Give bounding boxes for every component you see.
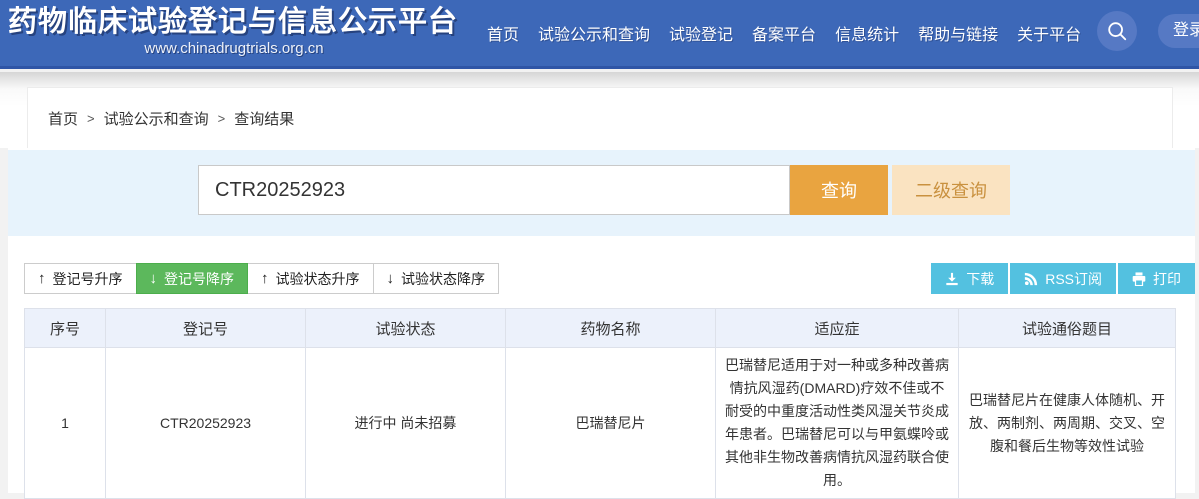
col-header-indication: 适应症 <box>715 308 959 348</box>
sort-button-group: ↑ 登记号升序 ↓ 登记号降序 ↑ 试验状态升序 ↓ 试验状态降序 <box>24 263 499 294</box>
site-title: 药物临床试验登记与信息公示平台 <box>8 6 459 38</box>
breadcrumb-trial-search[interactable]: 试验公示和查询 <box>104 108 209 129</box>
nav-item-home[interactable]: 首页 <box>487 21 519 45</box>
sort-label: 试验状态降序 <box>401 270 485 287</box>
cell-indication: 巴瑞替尼适用于对一种或多种改善病情抗风湿药(DMARD)疗效不佳或不耐受的中重度… <box>715 347 959 499</box>
nav-item-trial-search[interactable]: 试验公示和查询 <box>538 21 650 45</box>
search-input[interactable] <box>198 165 790 215</box>
table-row: 1 CTR20252923 进行中 尚未招募 巴瑞替尼片 巴瑞替尼适用于对一种或… <box>24 347 1176 499</box>
tool-label: 下载 <box>966 270 995 287</box>
col-header-drug-name: 药物名称 <box>505 308 716 348</box>
cell-seq: 1 <box>24 347 106 499</box>
breadcrumb-separator: > <box>87 110 95 126</box>
header-search-button[interactable] <box>1097 11 1137 51</box>
nav-item-filing-platform[interactable]: 备案平台 <box>752 21 816 45</box>
download-button[interactable]: 下载 <box>931 263 1009 294</box>
col-header-status: 试验状态 <box>305 308 506 348</box>
main-nav: 首页 试验公示和查询 试验登记 备案平台 信息统计 帮助与链接 关于平台 <box>487 0 1081 66</box>
download-icon <box>945 272 959 286</box>
query-button[interactable]: 查询 <box>790 165 888 215</box>
breadcrumb-current: 查询结果 <box>234 110 295 128</box>
sort-status-desc-button[interactable]: ↓ 试验状态降序 <box>372 263 499 294</box>
col-header-seq: 序号 <box>24 308 106 348</box>
table-header-row: 序号 登记号 试验状态 药物名称 适应症 试验通俗题目 <box>24 308 1176 348</box>
tool-label: RSS订阅 <box>1045 270 1102 287</box>
nav-item-statistics[interactable]: 信息统计 <box>835 21 899 45</box>
sort-label: 登记号升序 <box>52 270 123 287</box>
nav-item-about[interactable]: 关于平台 <box>1017 21 1081 45</box>
arrow-down-icon: ↓ <box>386 270 395 287</box>
nav-item-trial-registration[interactable]: 试验登记 <box>669 21 733 45</box>
cell-status: 进行中 尚未招募 <box>305 347 506 499</box>
cell-registration-no: CTR20252923 <box>105 347 306 499</box>
breadcrumb-panel: 首页 > 试验公示和查询 > 查询结果 <box>27 87 1173 148</box>
secondary-query-button[interactable]: 二级查询 <box>892 165 1010 215</box>
arrow-up-icon: ↑ <box>261 270 269 287</box>
breadcrumb-separator: > <box>217 110 226 126</box>
cell-drug-name: 巴瑞替尼片 <box>505 347 716 499</box>
sort-regno-desc-button[interactable]: ↓ 登记号降序 <box>135 263 248 294</box>
arrow-down-icon: ↓ <box>149 270 158 287</box>
rss-icon <box>1024 272 1038 286</box>
nav-item-help-links[interactable]: 帮助与链接 <box>918 21 998 45</box>
breadcrumb-home[interactable]: 首页 <box>48 108 78 129</box>
print-button[interactable]: 打印 <box>1118 263 1195 294</box>
masthead: 药物临床试验登记与信息公示平台 www.chinadrugtrials.org.… <box>8 5 460 57</box>
col-header-regno: 登记号 <box>105 308 306 348</box>
results-table: 序号 登记号 试验状态 药物名称 适应症 试验通俗题目 1 CTR2025292… <box>24 308 1176 499</box>
site-header: 药物临床试验登记与信息公示平台 www.chinadrugtrials.org.… <box>0 0 1199 69</box>
search-icon <box>1106 20 1128 42</box>
printer-icon <box>1132 271 1146 286</box>
rss-button[interactable]: RSS订阅 <box>1010 263 1116 294</box>
site-url: www.chinadrugtrials.org.cn <box>144 40 324 57</box>
tool-label: 打印 <box>1153 270 1181 287</box>
sort-label: 试验状态升序 <box>275 270 360 287</box>
sort-regno-asc-button[interactable]: ↑ 登记号升序 <box>24 263 137 294</box>
col-header-public-title: 试验通俗题目 <box>958 308 1176 348</box>
arrow-up-icon: ↑ <box>38 270 46 287</box>
tools-button-group: 下载 RSS订阅 打印 <box>931 263 1195 294</box>
login-button[interactable]: 登录 <box>1158 14 1199 48</box>
cell-public-title: 巴瑞替尼片在健康人体随机、开放、两制剂、两周期、交叉、空腹和餐后生物等效性试验 <box>958 347 1176 499</box>
main-content: 查询 二级查询 ↑ 登记号升序 ↓ 登记号降序 ↑ 试验状态升序 ↓ 试验状态降… <box>8 148 1195 499</box>
sort-label: 登记号降序 <box>164 270 234 287</box>
sort-status-asc-button[interactable]: ↑ 试验状态升序 <box>247 263 374 294</box>
breadcrumb: 首页 > 试验公示和查询 > 查询结果 <box>48 108 294 129</box>
